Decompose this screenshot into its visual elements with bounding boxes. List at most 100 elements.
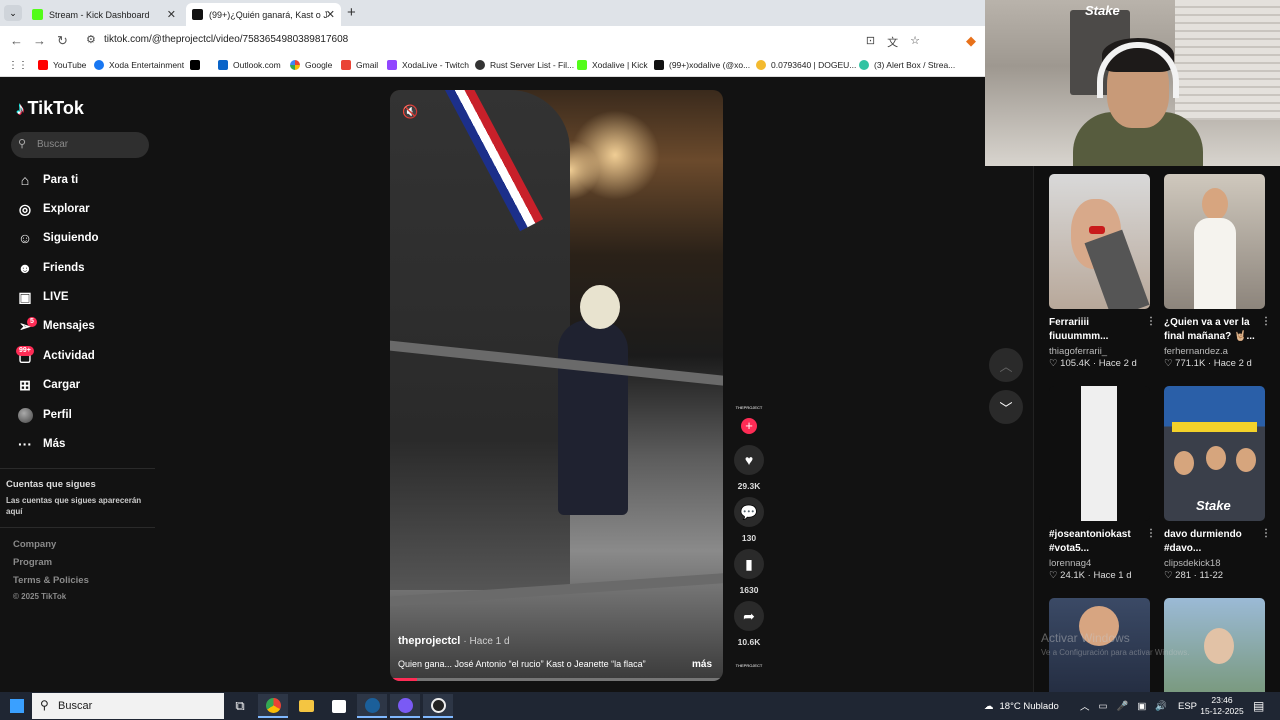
tab-tiktok[interactable]: (99+)¿Quién ganará, Kast o Jan ✕ [186,3,341,26]
reload-icon[interactable]: ↻ [57,33,68,49]
sidebar-item-cargar[interactable]: ⊞ Cargar [16,374,80,396]
next-video-button[interactable]: ﹀ [989,390,1023,424]
bookmark-youtube[interactable]: YouTube [38,60,86,70]
language-indicator[interactable]: ESP [1178,692,1197,720]
footer-link-program[interactable]: Program [13,557,52,568]
like-button[interactable]: ♥ [734,445,764,475]
video-thumbnail[interactable] [1164,174,1265,309]
back-icon[interactable]: ← [10,33,23,48]
network-icon[interactable]: ▭ [1099,701,1108,712]
card-author[interactable]: ferhernandez.a [1164,346,1265,357]
omnibox[interactable]: ⚙ tiktok.com/@theprojectcl/video/7583654… [80,30,960,52]
forward-icon[interactable]: → [33,33,46,48]
close-tab-icon[interactable]: ✕ [326,8,335,21]
video-author[interactable]: theprojectcl · Hace 1 d [398,635,510,647]
bookmark-kick[interactable]: Xodalive | Kick [577,60,648,70]
footer-link-company[interactable]: Company [13,539,56,550]
recommended-card[interactable] [1049,598,1150,692]
recommended-card[interactable]: Stake davo durmiendo #davo... ⋮ clipsdeki… [1164,386,1271,581]
video-player[interactable]: 🔇 theprojectcl · Hace 1 d Quien gana... … [390,90,723,681]
card-more-icon[interactable]: ⋮ [1146,315,1156,329]
card-author[interactable]: clipsdekick18 [1164,558,1265,569]
card-more-icon[interactable]: ⋮ [1261,527,1271,541]
follow-plus-button[interactable]: + [741,418,757,434]
recommended-card[interactable] [1164,598,1265,692]
tiktok-logo[interactable]: ♪ TikTok [16,98,84,119]
bookmark-gmail[interactable]: Gmail [341,60,378,70]
tab-kick-dashboard[interactable]: Stream - Kick Dashboard ✕ [26,3,182,26]
tab-search-dropdown[interactable]: ⌄ [4,5,22,21]
recommended-card[interactable]: Ferrariiii fiuuummm... ⋮ thiagoferrarii_ … [1049,174,1156,369]
card-title[interactable]: Ferrariiii fiuuummm... [1049,317,1108,342]
video-thumbnail[interactable] [1049,598,1150,692]
video-thumbnail[interactable]: Stake [1164,386,1265,521]
volume-icon[interactable]: 🔊 [1155,701,1167,712]
video-progress-bar[interactable] [390,678,723,681]
sidebar-item-mas[interactable]: ··· Más [16,433,65,455]
microphone-icon[interactable]: 🎤 [1117,701,1129,712]
music-disc[interactable]: THEPROJECT [735,663,763,669]
new-tab-button[interactable]: + [347,4,356,21]
bookmark-rust-servers[interactable]: Rust Server List - Fil... [475,60,574,70]
comment-button[interactable]: 💬 [734,497,764,527]
chrome-icon[interactable] [258,694,288,718]
weather-widget[interactable]: ☁ 18°C Nublado [984,692,1059,720]
taskbar-search[interactable]: ⚲ Buscar [32,693,224,719]
apps-grid-icon[interactable]: ⋮⋮ [8,60,28,71]
card-title[interactable]: #joseantoniokast #vota5... [1049,529,1131,554]
close-tab-icon[interactable]: ✕ [167,8,176,21]
video-thumbnail[interactable] [1049,386,1150,521]
bookmark-dogeu[interactable]: 0.0793640 | DOGEU... [756,60,856,70]
camera-icon[interactable]: ▣ [1137,701,1146,712]
bookmark-google[interactable]: Google [290,60,332,70]
sidebar-item-explorar[interactable]: ◎ Explorar [16,198,90,220]
share-button[interactable]: ➦ [734,601,764,631]
chevron-up-icon[interactable]: ︿ [1080,699,1090,713]
recommended-card[interactable]: #joseantoniokast #vota5... ⋮ lorennag4 ♡ … [1049,386,1156,581]
sidebar-item-friends[interactable]: ☻ Friends [16,257,85,279]
sidebar-item-perfil[interactable]: Perfil [16,404,72,426]
video-thumbnail[interactable] [1049,174,1150,309]
caption-more-button[interactable]: más [692,659,712,670]
video-thumbnail[interactable] [1164,598,1265,692]
discord-icon[interactable] [390,694,420,718]
footer-link-terms[interactable]: Terms & Policies [13,575,89,586]
url-text[interactable]: tiktok.com/@theprojectcl/video/758365498… [104,34,348,45]
bookmark-twitch[interactable]: XodaLive - Twitch [387,60,469,70]
file-explorer-icon[interactable] [291,694,321,718]
bookmark-alert-box[interactable]: (3) Alert Box / Strea... [859,60,955,70]
card-title[interactable]: ¿Quien va a ver la final mañana? 🤘🏼... [1164,317,1255,342]
sidebar-item-para-ti[interactable]: ⌂ Para ti [16,169,78,191]
card-more-icon[interactable]: ⋮ [1146,527,1156,541]
save-button[interactable]: ▮ [734,549,764,579]
sidebar-item-siguiendo[interactable]: ☺ Siguiendo [16,227,99,249]
notifications-icon[interactable]: ▤ [1253,692,1264,720]
card-title[interactable]: davo durmiendo #davo... [1164,529,1242,554]
task-view-icon[interactable]: ⧉ [225,694,255,718]
bookmark-outlook[interactable]: Outlook.com [218,60,281,70]
steam-icon[interactable] [357,694,387,718]
mute-icon[interactable]: 🔇 [402,104,418,120]
creator-avatar[interactable]: THEPROJECT [735,405,763,411]
recommended-card[interactable]: ¿Quien va a ver la final mañana? 🤘🏼... ⋮ … [1164,174,1271,369]
bookmark-x[interactable] [190,60,205,70]
translate-icon[interactable]: 文 [887,34,898,50]
store-icon[interactable] [324,694,354,718]
windows-start-icon[interactable] [10,699,24,713]
card-author[interactable]: lorennag4 [1049,558,1150,569]
card-author[interactable]: thiagoferrarii_ [1049,346,1150,357]
bookmark-tiktok[interactable]: (99+)xodalive (@xo... [654,60,750,70]
video-author-name[interactable]: theprojectcl [398,635,460,647]
clock[interactable]: 23:46 15-12-2025 [1198,695,1246,717]
site-info-icon[interactable]: ⚙ [86,33,96,46]
metamask-extension-icon[interactable]: ◆ [966,33,976,49]
install-app-icon[interactable]: ⊡ [866,34,875,50]
card-more-icon[interactable]: ⋮ [1261,315,1271,329]
bookmark-star-icon[interactable]: ☆ [910,34,920,50]
sidebar-item-live[interactable]: ▣ LIVE [16,286,68,308]
obs-icon[interactable] [423,694,453,718]
previous-video-button[interactable]: ︿ [989,348,1023,382]
bookmark-facebook[interactable]: Xoda Entertainment [94,60,184,70]
taskbar-search-label: Buscar [58,700,93,712]
search-input[interactable]: ⚲ Buscar [11,132,149,158]
